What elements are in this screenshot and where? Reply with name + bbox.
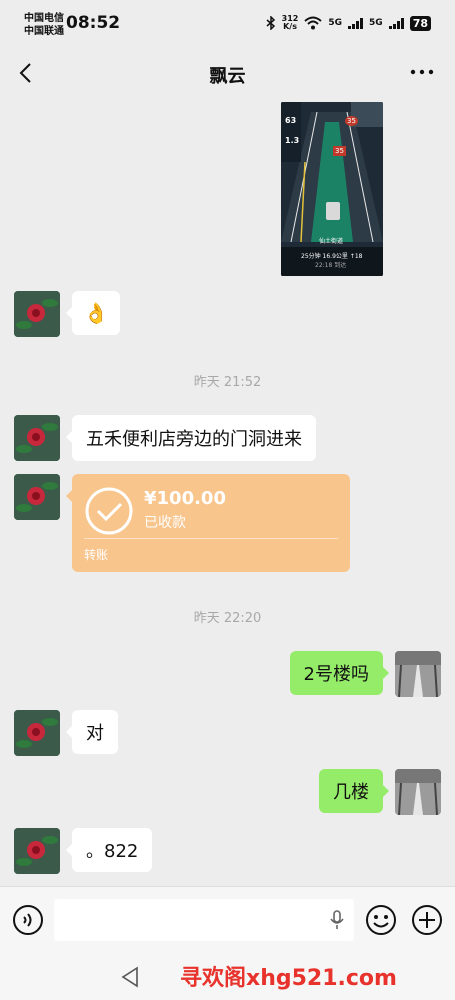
snow-road-avatar-art bbox=[395, 651, 441, 697]
watermark: 寻欢阁xhg521.com bbox=[180, 966, 397, 991]
battery-icon: 78 bbox=[409, 15, 431, 31]
nav-road: 仙土街道 bbox=[319, 238, 344, 245]
navigation-screenshot-art bbox=[281, 102, 383, 276]
clock: 08:52 bbox=[66, 13, 121, 33]
network-label-1: 5G bbox=[328, 18, 343, 28]
chat-header: 飘云 bbox=[0, 52, 455, 96]
add-more-icon[interactable] bbox=[411, 904, 443, 936]
image-message-navigation-screenshot[interactable]: 63 1.3 35 35 仙土街道 25分钟 16.9公里 ↑18 22:18 … bbox=[281, 102, 383, 276]
friend-avatar[interactable] bbox=[14, 415, 60, 461]
friend-avatar[interactable] bbox=[14, 828, 60, 874]
message-ok-emoji[interactable]: 👌 bbox=[66, 291, 120, 335]
bluetooth-icon bbox=[266, 16, 275, 30]
message-input[interactable] bbox=[54, 899, 354, 941]
system-nav-bar: 寻欢阁xhg521.com bbox=[0, 952, 455, 1000]
check-circle-icon bbox=[85, 487, 133, 535]
snow-road-avatar-art bbox=[395, 769, 441, 815]
nav-speed-limit-2: 35 bbox=[333, 146, 346, 156]
network-label-2: 5G bbox=[369, 18, 383, 28]
signal-icon-1 bbox=[348, 17, 364, 29]
transfer-label: 转账 bbox=[84, 548, 109, 562]
more-options-icon[interactable] bbox=[409, 62, 435, 82]
rose-avatar-art bbox=[14, 291, 60, 337]
signal-icon-2 bbox=[388, 17, 404, 29]
my-avatar[interactable] bbox=[395, 769, 441, 815]
transfer-amount: ¥100.00 bbox=[144, 488, 226, 509]
transfer-divider bbox=[84, 538, 338, 539]
nav-speed-limit-1: 35 bbox=[345, 116, 358, 126]
message-text[interactable]: 对 bbox=[66, 710, 118, 754]
rose-avatar-art bbox=[14, 828, 60, 874]
nav-speed: 63 bbox=[285, 116, 297, 125]
status-bar: 中国电信 中国联通 08:52 312 K/s 5G 5G 78 bbox=[0, 0, 455, 48]
rose-avatar-art bbox=[14, 474, 60, 520]
rose-avatar-art bbox=[14, 415, 60, 461]
friend-avatar[interactable] bbox=[14, 474, 60, 520]
system-icons: 312 K/s 5G 5G 78 bbox=[266, 15, 431, 31]
carrier-2: 中国联通 bbox=[24, 26, 64, 37]
my-message[interactable]: 2号楼吗 bbox=[289, 651, 390, 695]
my-avatar[interactable] bbox=[395, 651, 441, 697]
voice-input-icon[interactable] bbox=[12, 904, 44, 936]
carrier-labels: 中国电信 中国联通 bbox=[24, 12, 64, 38]
nav-distance: 1.3 bbox=[285, 136, 300, 145]
input-bar bbox=[0, 886, 455, 952]
friend-avatar[interactable] bbox=[14, 291, 60, 337]
nav-arrive: 22:18 到达 bbox=[315, 262, 347, 269]
emoji-icon[interactable] bbox=[365, 904, 397, 936]
microphone-icon[interactable] bbox=[330, 910, 344, 930]
timestamp: 昨天 21:52 bbox=[193, 375, 262, 390]
friend-avatar[interactable] bbox=[14, 710, 60, 756]
carrier-1: 中国电信 bbox=[24, 13, 64, 24]
message-text[interactable]: 五禾便利店旁边的门洞进来 bbox=[66, 415, 316, 461]
chat-title: 飘云 bbox=[209, 66, 246, 87]
rose-avatar-art bbox=[14, 710, 60, 756]
wifi-icon bbox=[304, 16, 323, 30]
transfer-status: 已收款 bbox=[144, 515, 186, 531]
timestamp: 昨天 22:20 bbox=[193, 611, 262, 626]
my-message[interactable]: 几楼 bbox=[319, 769, 389, 813]
nav-back-icon[interactable] bbox=[120, 966, 140, 988]
transfer-card[interactable]: ¥100.00 已收款 转账 bbox=[66, 474, 350, 572]
nav-eta: 25分钟 16.9公里 ↑18 bbox=[301, 253, 363, 260]
message-text[interactable]: 。822 bbox=[65, 828, 153, 872]
net-speed: 312 K/s bbox=[281, 14, 299, 31]
